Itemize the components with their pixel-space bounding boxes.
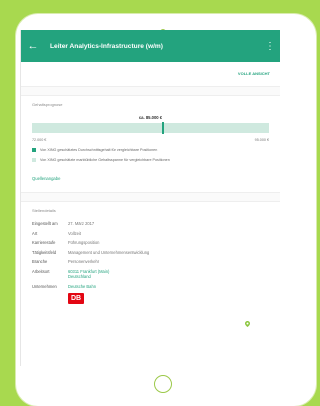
arrow-left-icon[interactable]: ←: [21, 40, 45, 52]
detail-label: Art: [32, 230, 38, 236]
job-details: Stellendetails Eingestellt am 27. März 2…: [21, 202, 280, 305]
detail-label: Karrierestufe: [32, 240, 56, 246]
salary-card: Gehaltsprognose ca. 85.000 € 72.000 € 95…: [21, 96, 280, 164]
detail-row-career-level: Karrierestufe Führungsposition: [32, 240, 269, 245]
app-screen: ← Leiter Analytics-Infrastructure (w/m) …: [20, 30, 280, 366]
legend-range-label: Von XING geschätzte marktübliche Gehalts…: [40, 158, 170, 162]
detail-row-company: Unternehmen Deutsche Bahn: [32, 284, 269, 289]
page-title: Leiter Analytics-Infrastructure (w/m): [50, 42, 163, 50]
full-view-link[interactable]: VOLLE ANSICHT: [21, 62, 280, 86]
detail-label: Unternehmen: [32, 283, 57, 289]
detail-label: Eingestellt am: [32, 221, 58, 226]
salary-range-labels: 72.000 € 95.000 €: [32, 138, 269, 142]
legend-average-label: Von XING geschätztes Durchschnittsgehalt…: [40, 148, 158, 152]
detail-label: Branche: [32, 259, 48, 265]
salary-estimate: ca. 85.000 €: [138, 115, 163, 120]
more-vert-icon[interactable]: ⋮: [260, 41, 280, 52]
legend-swatch-average: [32, 148, 36, 152]
sources-link[interactable]: Quellenangabe: [21, 164, 280, 192]
app-bar: ← Leiter Analytics-Infrastructure (w/m) …: [21, 30, 280, 62]
salary-max: 95.000 €: [254, 138, 269, 142]
detail-value: Personenverkehr: [68, 259, 100, 265]
location-link[interactable]: 60311 Frankfurt (Main) Deutschland: [68, 269, 269, 279]
home-button[interactable]: [154, 375, 172, 393]
detail-row-type: Art Vollzeit: [32, 231, 269, 236]
legend-swatch-range: [32, 158, 36, 162]
detail-label: Tätigkeitsfeld: [32, 249, 57, 255]
company-logo[interactable]: DB: [68, 293, 84, 305]
detail-label: Arbeitsort: [32, 268, 50, 274]
location-country: Deutschland: [68, 273, 91, 279]
company-link[interactable]: Deutsche Bahn: [68, 284, 269, 289]
detail-value: Vollzeit: [68, 230, 81, 236]
salary-header: Gehaltsprognose: [32, 102, 63, 107]
details-header: Stellendetails: [32, 208, 56, 213]
section-divider: [21, 192, 280, 202]
legend-range: Von XING geschätzte marktübliche Gehalts…: [32, 158, 269, 162]
legend-average: Von XING geschätztes Durchschnittsgehalt…: [32, 148, 269, 152]
detail-value: Management und Unternehmensentwicklung: [68, 249, 150, 255]
detail-row-posted: Eingestellt am 27. März 2017: [32, 221, 269, 226]
salary-average-marker: [162, 122, 165, 134]
detail-row-field: Tätigkeitsfeld Management und Unternehme…: [32, 250, 269, 255]
section-divider: [21, 86, 280, 96]
detail-row-industry: Branche Personenverkehr: [32, 259, 269, 264]
detail-row-location: Arbeitsort 60311 Frankfurt (Main) Deutsc…: [32, 269, 269, 279]
salary-range-bar: [32, 122, 269, 134]
map-pin-icon[interactable]: [245, 321, 250, 327]
detail-value: Führungsposition: [68, 240, 100, 246]
detail-value: 27. März 2017: [68, 221, 95, 226]
salary-min: 72.000 €: [32, 138, 47, 142]
